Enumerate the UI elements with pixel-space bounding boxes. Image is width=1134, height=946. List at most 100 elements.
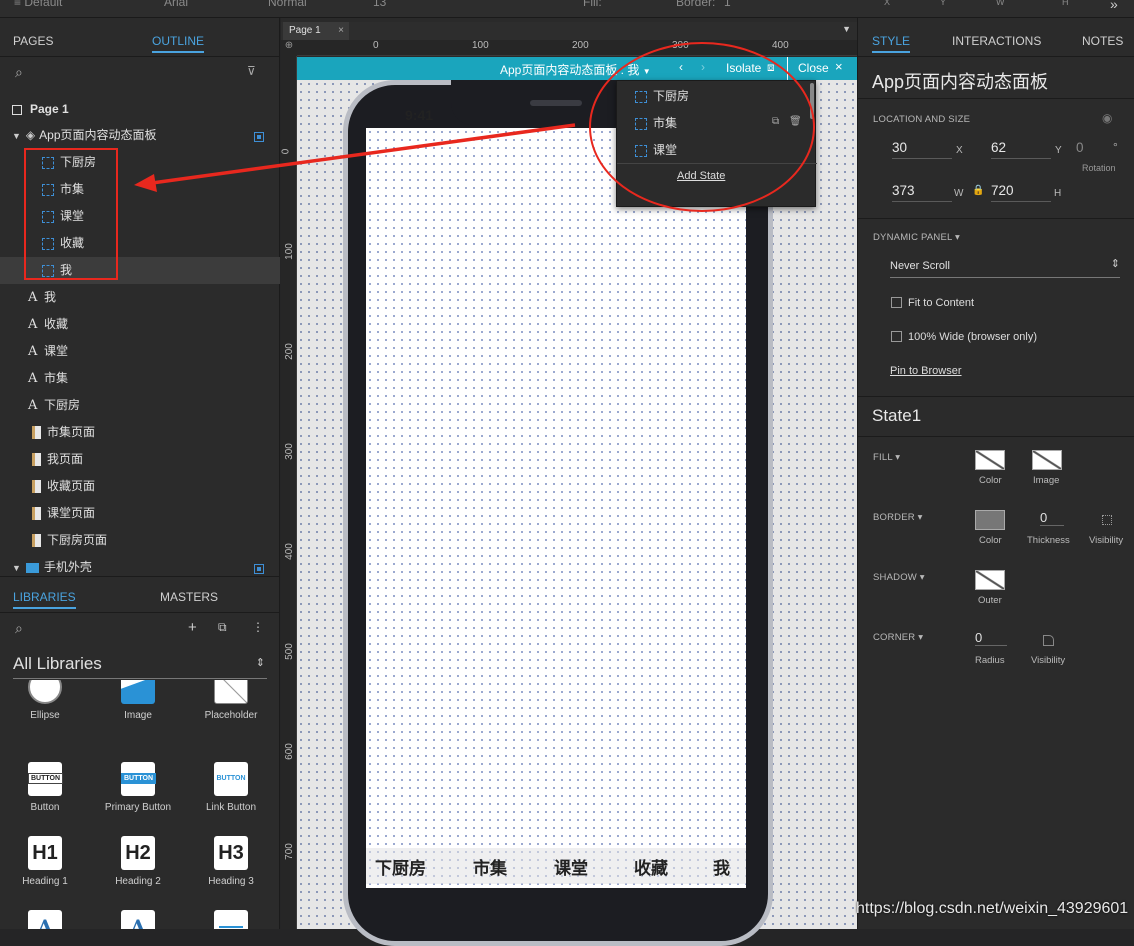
- close-icon[interactable]: ×: [835, 59, 843, 74]
- fit-to-content-checkbox[interactable]: [891, 297, 902, 308]
- widget-primary-button[interactable]: BUTTON Primary Button: [93, 762, 183, 813]
- text-item-label: 市集: [44, 371, 69, 385]
- ruler-label: 600: [283, 743, 295, 760]
- caret-down-icon[interactable]: ▼: [12, 131, 21, 141]
- text-item-label: 下厨房: [44, 398, 81, 412]
- image-item[interactable]: 课堂页面: [0, 500, 280, 527]
- widget-button[interactable]: BUTTON Button: [0, 762, 90, 813]
- visibility-marker-icon[interactable]: [254, 564, 264, 574]
- more-icon[interactable]: ⋮: [252, 620, 264, 634]
- thickness-field[interactable]: 0: [1040, 510, 1064, 526]
- fill-image-swatch[interactable]: [1032, 450, 1062, 470]
- tab-libraries[interactable]: LIBRARIES: [13, 590, 76, 609]
- width-field[interactable]: 373: [892, 183, 952, 202]
- tab-style[interactable]: STYLE: [872, 34, 911, 53]
- watermark: https://blog.csdn.net/weixin_43929601: [856, 900, 1129, 917]
- height-field[interactable]: 720: [991, 183, 1051, 202]
- tab-wo[interactable]: 我: [713, 854, 730, 879]
- caret-down-icon[interactable]: ▼: [12, 563, 21, 573]
- widget-paragraph[interactable]: A: [93, 910, 183, 929]
- wide-checkbox[interactable]: [891, 331, 902, 342]
- tab-interactions[interactable]: INTERACTIONS: [952, 34, 1041, 48]
- tab-xiachufang[interactable]: 下厨房: [375, 854, 426, 879]
- tab-shiji[interactable]: 市集: [473, 854, 507, 879]
- divider: [858, 218, 1134, 219]
- text-item[interactable]: A 课堂: [0, 338, 280, 365]
- phone-screen[interactable]: [366, 128, 746, 888]
- tab-notes[interactable]: NOTES: [1082, 34, 1123, 48]
- corner-visibility-icon[interactable]: [1043, 635, 1054, 646]
- dynamic-panel-label[interactable]: DYNAMIC PANEL ▾: [873, 232, 960, 243]
- annotation-arrow: [134, 123, 576, 192]
- text-item[interactable]: A 收藏: [0, 311, 280, 338]
- line-icon: [214, 910, 248, 929]
- size-select[interactable]: 13: [373, 0, 386, 9]
- weight-select[interactable]: Normal: [268, 0, 307, 9]
- divider: [0, 56, 280, 57]
- fill-label[interactable]: FILL ▾: [873, 452, 900, 463]
- fill-image-label: Image: [1033, 475, 1060, 486]
- close-icon[interactable]: ×: [338, 22, 344, 40]
- divider: [858, 98, 1134, 99]
- close-button[interactable]: Close: [798, 61, 829, 75]
- tab-masters[interactable]: MASTERS: [160, 590, 218, 604]
- widget-line[interactable]: [186, 910, 276, 929]
- text-item[interactable]: A 市集: [0, 365, 280, 392]
- ruler-label: 100: [472, 40, 489, 51]
- tab-shoucang[interactable]: 收藏: [634, 854, 668, 879]
- corner-label[interactable]: CORNER ▾: [873, 632, 923, 643]
- text-item[interactable]: A我: [0, 284, 280, 311]
- chevron-down-icon[interactable]: ▼: [842, 24, 851, 34]
- image-item[interactable]: 市集页面: [0, 419, 280, 446]
- arrow-head-icon: [134, 174, 157, 192]
- search-icon[interactable]: ⌕: [15, 64, 23, 81]
- border-value[interactable]: 1: [724, 0, 731, 9]
- font-select[interactable]: Arial: [164, 0, 188, 9]
- widget-link-button[interactable]: BUTTON Link Button: [186, 762, 276, 813]
- image-item[interactable]: 我页面: [0, 446, 280, 473]
- shadow-label[interactable]: SHADOW ▾: [873, 572, 925, 583]
- divider: [0, 576, 280, 577]
- widget-label-text[interactable]: A: [0, 910, 90, 929]
- rotation-field[interactable]: 0: [1076, 140, 1084, 155]
- rotation-label: Rotation: [1082, 163, 1116, 173]
- pin-to-browser-link[interactable]: Pin to Browser: [890, 365, 962, 377]
- lock-icon[interactable]: 🔒: [972, 185, 984, 196]
- y-field[interactable]: 62: [991, 140, 1051, 159]
- widget-heading-3[interactable]: H3 Heading 3: [186, 836, 276, 887]
- widget-ellipse[interactable]: Ellipse: [0, 680, 90, 721]
- folder-icon: [25, 562, 39, 573]
- scroll-select[interactable]: Never Scroll ⇕: [890, 258, 1120, 278]
- ruler-label: 400: [772, 40, 789, 51]
- page-tab[interactable]: Page 1 ×: [283, 22, 349, 40]
- text-item[interactable]: A 下厨房: [0, 392, 280, 419]
- filter-icon[interactable]: ⊽: [247, 64, 256, 78]
- image-item[interactable]: 下厨房页面: [0, 527, 280, 554]
- add-icon[interactable]: +: [188, 619, 197, 636]
- radius-field[interactable]: 0: [975, 630, 1007, 646]
- library-select[interactable]: All Libraries ⇕: [13, 654, 267, 679]
- tab-outline[interactable]: OUTLINE: [152, 34, 205, 53]
- widget-heading-2[interactable]: H2 Heading 2: [93, 836, 183, 887]
- border-label[interactable]: BORDER ▾: [873, 512, 923, 523]
- border-visibility-icon[interactable]: [1102, 515, 1112, 525]
- page-tab-bar: Page 1 × ▼: [281, 22, 857, 40]
- image-item[interactable]: 收藏页面: [0, 473, 280, 500]
- library-icon[interactable]: ⧉: [218, 620, 227, 635]
- search-icon[interactable]: ⌕: [15, 620, 23, 637]
- widget-heading-1[interactable]: H1 Heading 1: [0, 836, 90, 887]
- style-select[interactable]: ≡ Default: [14, 0, 62, 9]
- eye-icon[interactable]: ◉: [1102, 111, 1112, 125]
- tab-ketang[interactable]: 课堂: [554, 854, 588, 879]
- h-label: H: [1054, 188, 1062, 199]
- text-item-label: 我: [44, 290, 57, 304]
- expand-icon[interactable]: »: [1110, 0, 1118, 12]
- widget-placeholder[interactable]: Placeholder: [186, 680, 276, 721]
- shadow-swatch[interactable]: [975, 570, 1005, 590]
- x-field[interactable]: 30: [892, 140, 952, 159]
- wide-label: 100% Wide (browser only): [908, 331, 1037, 343]
- tab-pages[interactable]: PAGES: [13, 34, 53, 48]
- fill-color-swatch[interactable]: [975, 450, 1005, 470]
- widget-image[interactable]: Image: [93, 680, 183, 721]
- border-color-swatch[interactable]: [975, 510, 1005, 530]
